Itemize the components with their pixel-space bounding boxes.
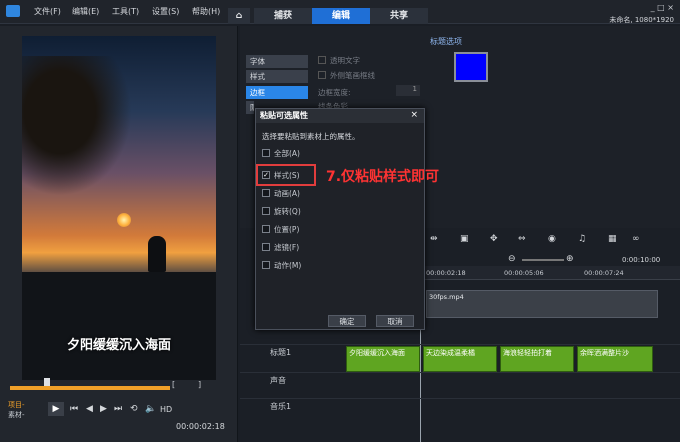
cancel-button[interactable]: 取消: [376, 315, 414, 327]
app-logo-icon: [6, 5, 20, 17]
preview-timecode[interactable]: 00:00:02:18: [176, 422, 225, 431]
dialog-close-icon[interactable]: ×: [410, 110, 418, 120]
paste-attributes-dialog: 粘贴可选属性 × 选择要粘贴到素材上的属性。 全部(A) ✓ 样式(S) 动画(…: [255, 108, 425, 330]
playhead-marker-icon[interactable]: [44, 378, 50, 386]
music-track: 音乐1: [240, 398, 680, 422]
option-style[interactable]: 样式: [246, 70, 308, 83]
menu-help[interactable]: 帮助(H): [192, 6, 220, 17]
animation-checkbox[interactable]: [262, 189, 270, 197]
option-border[interactable]: 边框: [246, 86, 308, 99]
all-label: 全部(A): [274, 149, 300, 158]
transparent-text-checkbox[interactable]: [318, 56, 326, 64]
dialog-prompt: 选择要粘贴到素材上的属性。: [262, 132, 360, 141]
title-clip-2[interactable]: 天边染成温柔橘: [423, 346, 497, 372]
goto-end-icon[interactable]: ⏭: [114, 404, 122, 414]
time-ruler[interactable]: 00:00:02:18 00:00:05:06 00:00:07:24: [420, 266, 680, 280]
annotation-label: 7.仅粘贴样式即可: [326, 169, 440, 185]
tab-capture[interactable]: 捕获: [254, 8, 312, 24]
next-frame-icon[interactable]: ▶: [100, 404, 107, 414]
title-clip-1[interactable]: 夕阳缓缓沉入海面: [346, 346, 420, 372]
voice-track: 声音: [240, 372, 680, 396]
volume-icon[interactable]: 🔈: [145, 404, 156, 414]
highlight-box: [256, 164, 316, 186]
outer-border-label: 外侧笔画框线: [330, 71, 375, 80]
clip-mode-label[interactable]: 素材-: [8, 410, 25, 420]
zoom-out-icon[interactable]: ⊖: [508, 254, 516, 264]
menu-tools[interactable]: 工具(T): [112, 6, 139, 17]
move-icon[interactable]: ✥: [490, 234, 498, 244]
speed-icon[interactable]: ◉: [548, 234, 556, 244]
trim-icon[interactable]: ⇔: [518, 234, 526, 244]
rock-foreground: [22, 272, 216, 380]
all-checkbox[interactable]: [262, 149, 270, 157]
timeline-timecode[interactable]: 0:00:10:00: [622, 256, 660, 264]
title-clip-4[interactable]: 余晖洒满整片沙: [577, 346, 653, 372]
option-font[interactable]: 字体: [246, 55, 308, 68]
tab-edit[interactable]: 编辑: [312, 8, 370, 24]
ruler-tick-1: 00:00:02:18: [426, 269, 466, 277]
voice-track-label: 声音: [270, 376, 286, 385]
hd-toggle[interactable]: HD: [160, 405, 172, 414]
options-title: 标题选项: [430, 37, 462, 46]
ruler-tick-3: 00:00:07:24: [584, 269, 624, 277]
animation-label: 动画(A): [274, 189, 300, 198]
project-mode-label[interactable]: 项目-: [8, 400, 25, 410]
sun-graphic: [117, 213, 131, 227]
video-clip[interactable]: 30fps.mp4: [426, 290, 658, 318]
music-track-label: 音乐1: [270, 402, 292, 411]
goto-start-icon[interactable]: ⏮: [70, 404, 78, 414]
rotate-checkbox[interactable]: [262, 207, 270, 215]
title-color-swatch[interactable]: [454, 52, 488, 82]
grid-icon[interactable]: ▦: [608, 234, 617, 244]
dialog-title: 粘贴可选属性: [256, 109, 424, 123]
video-caption: 夕阳缓缓沉入海面: [66, 338, 171, 353]
repeat-icon[interactable]: ⟲: [130, 404, 138, 414]
filter-checkbox[interactable]: [262, 243, 270, 251]
audio-icon[interactable]: ♫: [578, 234, 586, 244]
play-button[interactable]: ▶: [48, 402, 64, 416]
seek-progress: [10, 386, 170, 390]
ok-button[interactable]: 确定: [328, 315, 366, 327]
filter-label: 滤镜(F): [274, 243, 300, 252]
home-icon[interactable]: ⌂: [228, 8, 250, 24]
position-label: 位置(P): [274, 225, 300, 234]
position-checkbox[interactable]: [262, 225, 270, 233]
title-clip-3[interactable]: 海浪轻轻拍打着: [500, 346, 574, 372]
person-silhouette: [148, 236, 166, 272]
project-info: 未命名, 1080*1920: [609, 16, 674, 24]
mark-in-icon[interactable]: [: [172, 380, 175, 389]
tab-share[interactable]: 共享: [370, 8, 428, 24]
motion-label: 动作(M): [274, 261, 302, 270]
motion-checkbox[interactable]: [262, 261, 270, 269]
border-width-input[interactable]: 1: [396, 85, 420, 96]
image-icon[interactable]: ▣: [460, 234, 469, 244]
rotate-label: 旋转(Q): [274, 207, 301, 216]
prev-frame-icon[interactable]: ◀: [86, 404, 93, 414]
menu-file[interactable]: 文件(F): [34, 6, 61, 17]
top-bar: 文件(F) 编辑(E) 工具(T) 设置(S) 帮助(H) ⌂ 捕获 编辑 共享…: [0, 0, 680, 24]
video-preview: 夕阳缓缓沉入海面: [22, 36, 216, 380]
option-shadow[interactable]: 阴影: [246, 101, 254, 114]
split-icon[interactable]: ⇹: [430, 234, 438, 244]
foliage-silhouette: [22, 56, 132, 196]
menu-settings[interactable]: 设置(S): [152, 6, 179, 17]
mark-out-icon[interactable]: ]: [198, 380, 201, 389]
border-width-label: 边框宽度:: [318, 88, 351, 97]
transparent-text-label: 透明文字: [330, 56, 360, 65]
title-track-label: 标题1: [270, 348, 292, 357]
link-icon[interactable]: ∞: [632, 234, 640, 244]
menu-edit[interactable]: 编辑(E): [72, 6, 99, 17]
video-clip-label: 30fps.mp4: [429, 293, 464, 301]
zoom-in-icon[interactable]: ⊕: [566, 254, 574, 264]
window-controls[interactable]: _ □ ×: [651, 3, 674, 12]
ruler-tick-2: 00:00:05:06: [504, 269, 544, 277]
outer-border-checkbox[interactable]: [318, 71, 326, 79]
zoom-slider[interactable]: [522, 259, 564, 261]
